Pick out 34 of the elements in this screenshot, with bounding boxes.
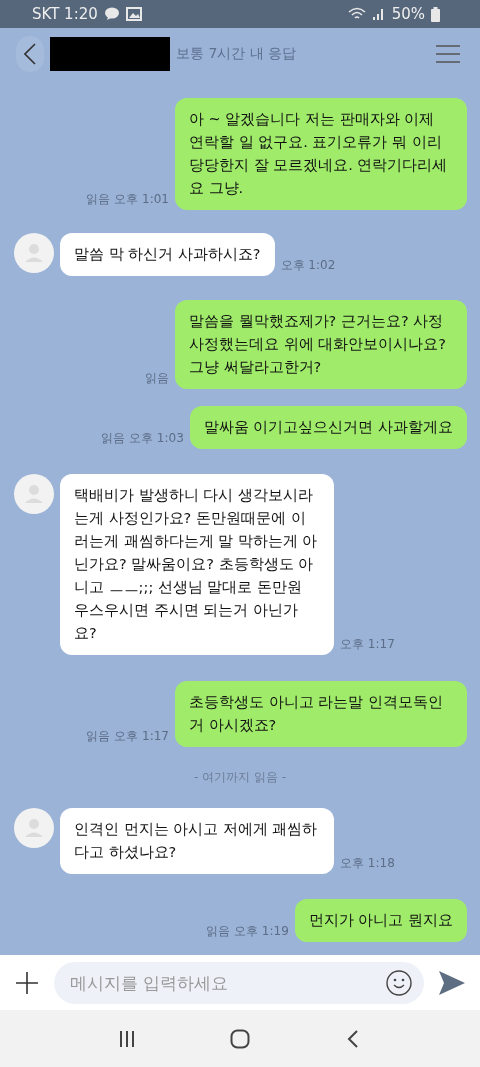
chat-bubble-icon — [103, 7, 120, 21]
back-button[interactable] — [16, 36, 44, 72]
battery-percent: 50% — [391, 5, 425, 23]
time-label: 오후 1:18 — [340, 855, 395, 872]
carrier-time: SKT 1:20 — [32, 5, 98, 23]
received-message-bubble: 인격인 먼지는 아시고 저에게 괘씸하다고 하셨나요? — [60, 808, 334, 874]
read-time-label: 읽음 오후 1:01 — [86, 191, 169, 208]
avatar-icon — [14, 474, 54, 514]
wifi-icon — [347, 7, 366, 21]
sent-message-bubble: 아 ~ 알겠습니다 저는 판매자와 이제 연락할 일 없구요. 표기오류가 뭐 이리 당당한지 잘 모르겠네요. 연락기다리세요 그냥. — [175, 98, 467, 210]
response-time-note: 보통 7시간 내 응답 — [176, 45, 297, 63]
time-label: 오후 1:02 — [280, 257, 336, 274]
sent-message-bubble: 먼지가 아니고 뭔지요 — [294, 899, 467, 942]
read-marker-text: - 여기까지 읽음 - — [193, 770, 287, 784]
received-message-bubble: 택배비가 발생하니 다시 생각보시라는게 사정인가요? 돈만원때문에 이러는게 괘씸하다는게 말 막하는게 아닌가요? 말싸움이요? 초등학생도 아니고 ㅡㅡ;;; 선생님 말대로 돈만원 우스우시면 주시면 되는거 아닌가요? — [60, 474, 334, 655]
sent-message-bubble: 말싸움 이기고싶으신거면 사과할게요 — [189, 406, 467, 449]
sent-message-bubble: 말씀을 뭘막했죠제가? 근거는요? 사정 사정했는데요 위에 대화안보이시나요? 그냥 써달라고한거? — [175, 300, 467, 389]
read-time-label: 읽음 오후 1:03 — [101, 430, 184, 447]
recent-apps-icon[interactable] — [117, 1029, 136, 1048]
read-time-label: 읽음 오후 1:17 — [86, 728, 169, 745]
home-icon[interactable] — [230, 1028, 250, 1049]
signal-icon — [371, 7, 386, 21]
read-time-label: 읽음 — [145, 370, 169, 387]
time-label: 오후 1:17 — [340, 636, 395, 653]
image-icon — [125, 7, 142, 21]
read-time-label: 읽음 오후 1:19 — [206, 923, 289, 940]
emoji-icon[interactable] — [386, 969, 412, 996]
received-message-bubble: 말씀 막 하신거 사과하시죠? — [60, 233, 275, 276]
avatar-icon — [14, 233, 54, 273]
battery-icon — [431, 6, 440, 22]
sent-message-bubble: 초등학생도 아니고 라는말 인격모독인거 아시겠죠? — [175, 681, 467, 747]
avatar-icon — [14, 808, 54, 848]
back-icon[interactable] — [24, 43, 36, 65]
message-input-field[interactable]: 메시지를 입력하세요 — [54, 961, 424, 1004]
